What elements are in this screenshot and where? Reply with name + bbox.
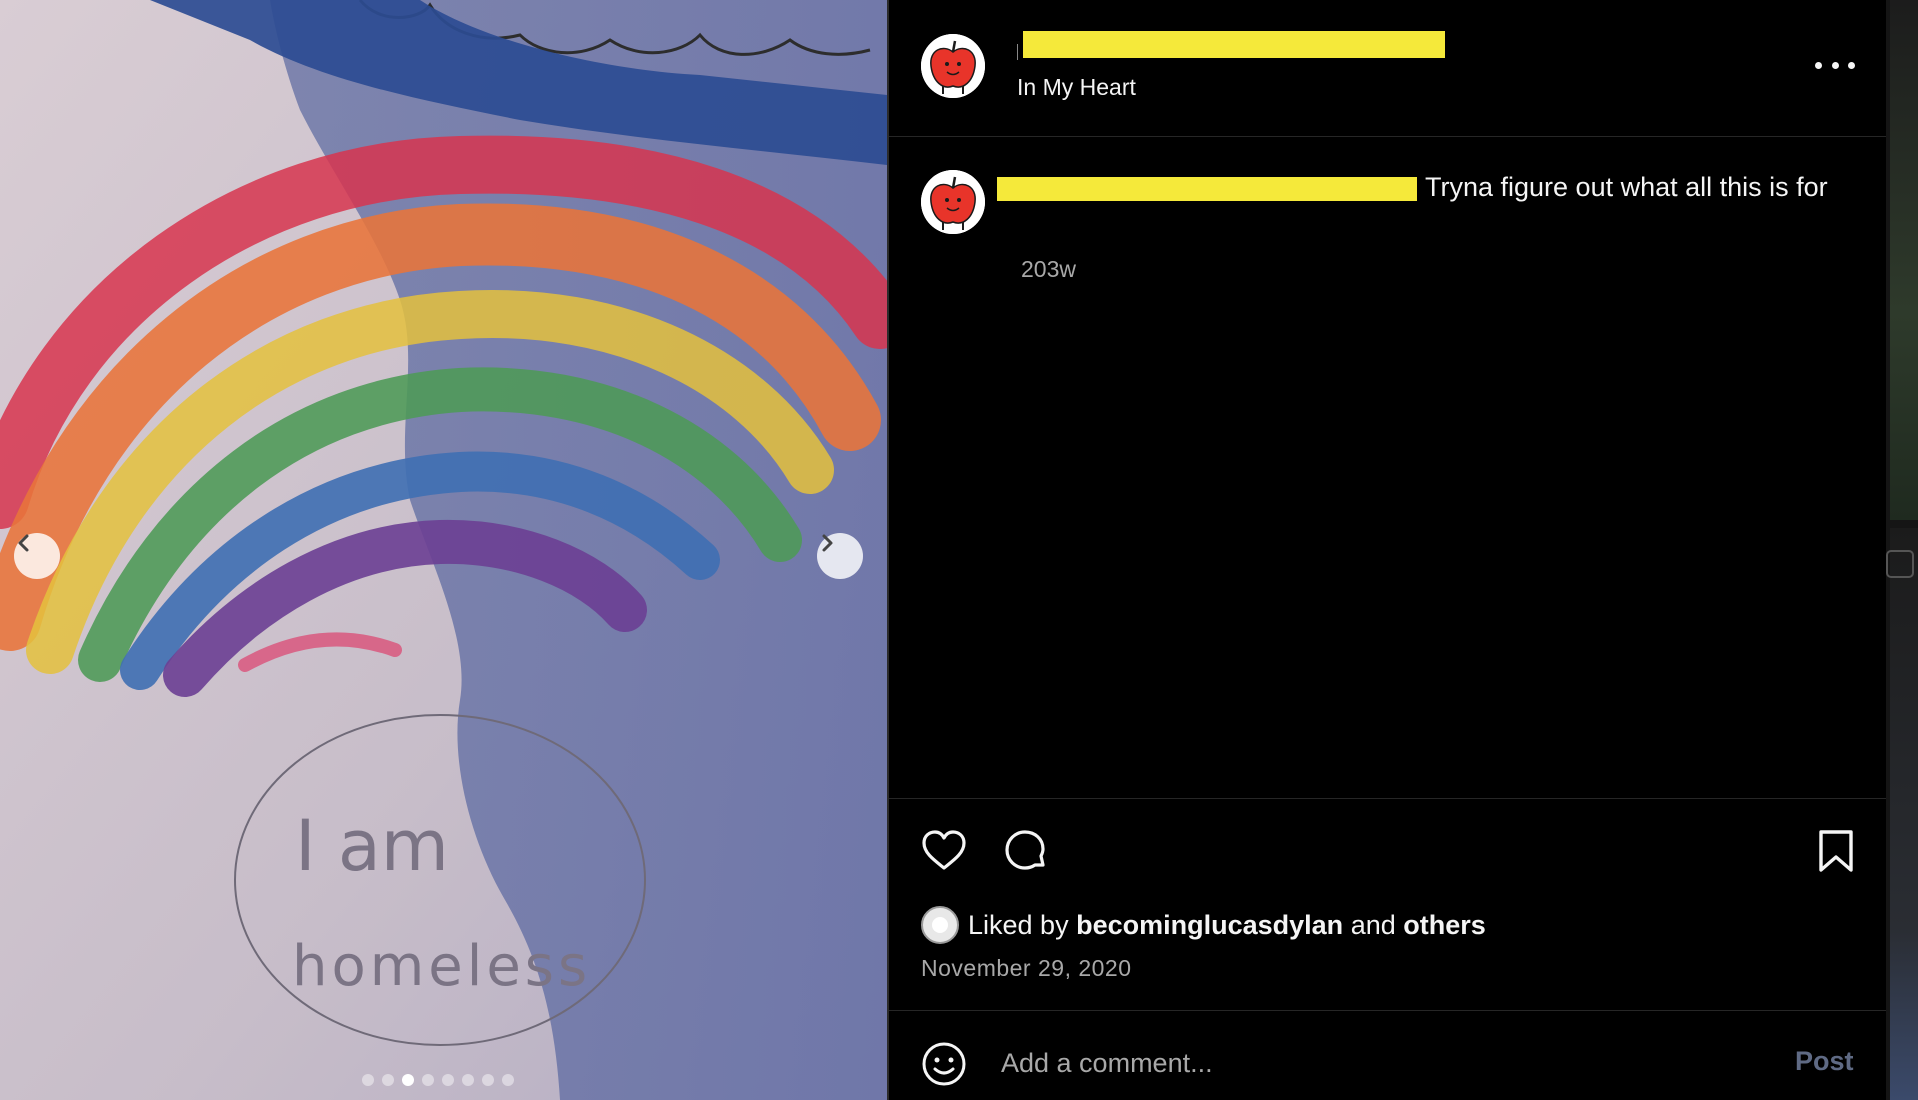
actions-divider <box>889 798 1886 799</box>
post-header: In My Heart <box>889 0 1886 137</box>
more-options-button[interactable] <box>1815 52 1855 78</box>
carousel-next-button[interactable] <box>817 533 863 579</box>
carousel-dot <box>462 1074 474 1086</box>
liker-username[interactable]: becominglucasdylan <box>1076 910 1343 941</box>
likes-others-link[interactable]: others <box>1403 910 1486 941</box>
emoji-icon <box>922 1042 966 1086</box>
heart-icon <box>922 830 966 870</box>
carousel-dot <box>422 1074 434 1086</box>
comment-input[interactable] <box>999 1042 1703 1084</box>
comment-button[interactable] <box>1001 827 1049 880</box>
text-cursor <box>1017 44 1018 60</box>
apple-avatar-icon <box>921 34 985 98</box>
carousel-dot <box>502 1074 514 1086</box>
post-location[interactable]: In My Heart <box>1017 74 1136 101</box>
emoji-button[interactable] <box>920 1040 968 1093</box>
likes-joiner: and <box>1350 909 1396 940</box>
redacted-username <box>1023 31 1445 58</box>
rainbow-drawing-photo: I am homeless <box>0 0 887 1100</box>
caption-author-avatar[interactable] <box>921 170 985 234</box>
carousel-dot <box>382 1074 394 1086</box>
post-date: November 29, 2020 <box>921 955 1132 981</box>
post-comment-button[interactable]: Post <box>1795 1046 1854 1077</box>
likes-summary: Liked by becominglucasdylan and others <box>921 906 1486 944</box>
comment-divider <box>889 1010 1886 1011</box>
author-avatar[interactable] <box>921 34 985 98</box>
carousel-prev-button[interactable] <box>14 533 60 579</box>
bookmark-icon <box>1819 830 1853 872</box>
carousel-dot <box>362 1074 374 1086</box>
carousel-dot-active <box>402 1074 414 1086</box>
likes-prefix: Liked by <box>968 909 1069 940</box>
carousel-dot <box>482 1074 494 1086</box>
like-button[interactable] <box>920 827 968 880</box>
background-page-edge <box>1886 0 1918 1100</box>
comment-icon <box>1005 830 1045 870</box>
liker-avatar[interactable] <box>921 906 959 944</box>
carousel-dot <box>442 1074 454 1086</box>
chevron-left-icon <box>18 534 29 552</box>
apple-avatar-icon <box>921 170 985 234</box>
post-panel: In My Heart Tryna figure out what all th… <box>889 0 1886 1100</box>
drawing-text-line2: homeless <box>292 934 591 999</box>
post-time-ago[interactable]: 203w <box>1021 256 1076 283</box>
more-icon <box>1815 61 1822 69</box>
carousel-dots <box>362 1074 514 1086</box>
drawing-text-line1: I am <box>295 805 449 887</box>
post-media: I am homeless <box>0 0 887 1100</box>
save-button[interactable] <box>1815 827 1857 880</box>
caption-text: Tryna figure out what all this is for <box>1425 172 1828 202</box>
chevron-right-icon <box>822 534 833 552</box>
